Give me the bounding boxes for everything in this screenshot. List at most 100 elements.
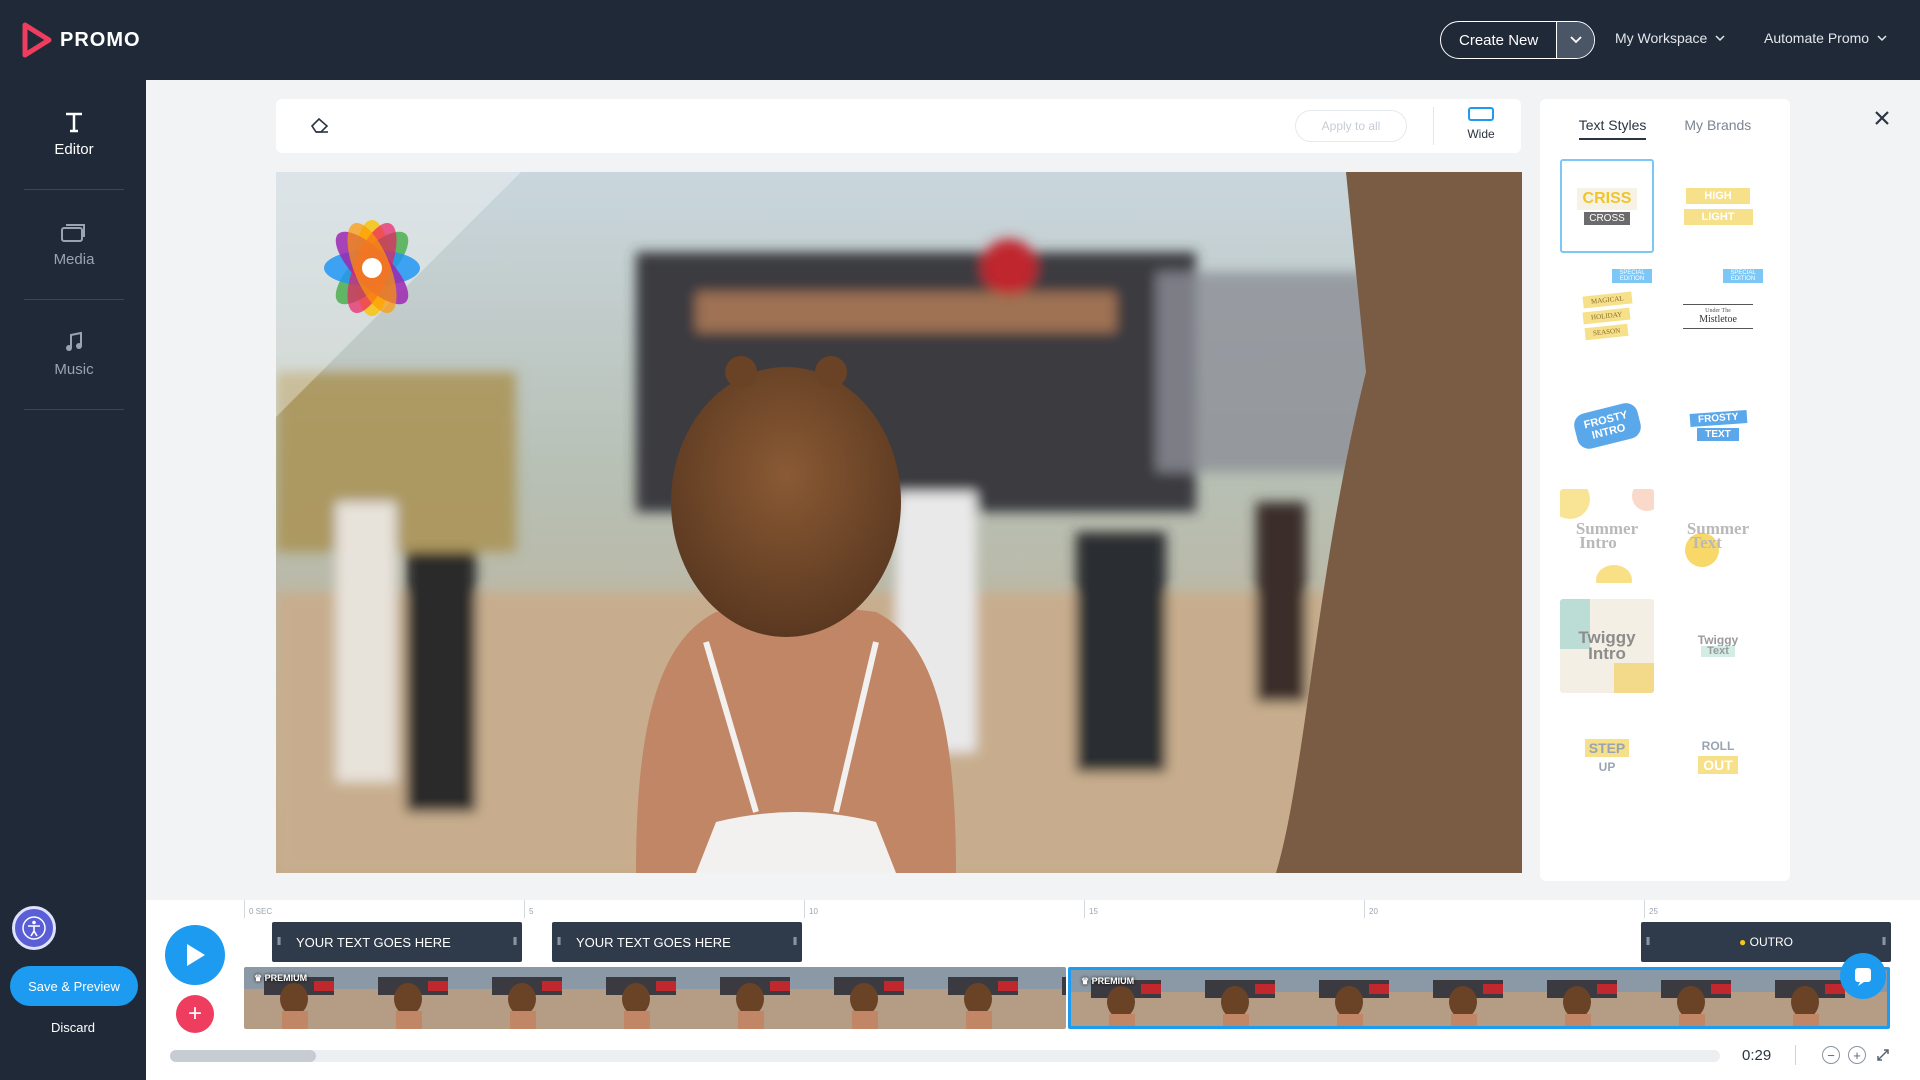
decor-circle — [1560, 489, 1590, 519]
automate-promo-menu[interactable]: Automate Promo — [1764, 30, 1887, 46]
ruler-tick: 5 — [524, 900, 533, 918]
create-new-group: Create New — [1440, 21, 1596, 59]
video-thumbnails — [244, 967, 1066, 1029]
ruler-tick: 10 — [804, 900, 818, 918]
media-icon — [61, 224, 85, 242]
decor-circle — [1596, 565, 1632, 583]
logo[interactable]: PROMO — [22, 22, 141, 58]
layout-label: Wide — [1467, 127, 1495, 141]
ruler-tick: 0 SEC — [244, 900, 272, 918]
style-card-frosty-intro[interactable]: FROSTY INTRO — [1560, 379, 1654, 473]
top-bar: PROMO Create New My Workspace Automate P… — [0, 0, 1920, 80]
sidebar-item-media[interactable]: Media — [24, 190, 124, 300]
special-edition-badge: SPECIAL EDITION — [1723, 269, 1763, 283]
style-line: UP — [1598, 759, 1616, 774]
style-card-high-light[interactable]: HIGH LIGHT — [1671, 159, 1765, 253]
tab-my-brands[interactable]: My Brands — [1684, 117, 1751, 140]
clip-handle-right[interactable]: ‖ — [1877, 922, 1891, 962]
style-line: CRISS — [1576, 187, 1638, 210]
text-icon — [66, 112, 82, 133]
style-card-under-the-mistletoe[interactable]: SPECIAL EDITION Under The Mistletoe — [1671, 269, 1765, 363]
create-new-dropdown[interactable] — [1556, 22, 1595, 58]
apply-to-all-button[interactable]: Apply to all — [1295, 110, 1407, 142]
style-line: STEP — [1584, 738, 1630, 757]
frosty-intro-shape: FROSTY INTRO — [1571, 400, 1643, 452]
chevron-down-icon — [1877, 34, 1887, 41]
my-workspace-menu[interactable]: My Workspace — [1615, 30, 1725, 46]
style-line: CROSS — [1584, 211, 1630, 225]
sidebar-item-music[interactable]: Music — [24, 300, 124, 410]
style-card-magical-holiday[interactable]: SPECIAL EDITION MAGICAL HOLIDAY SEASON — [1560, 269, 1654, 363]
discard-link[interactable]: Discard — [0, 1020, 146, 1035]
style-line: HIGH — [1686, 187, 1750, 204]
style-card-twiggy-text[interactable]: Twiggy Text — [1671, 599, 1765, 693]
text-clip[interactable]: ‖ YOUR TEXT GOES HERE ‖ — [552, 922, 802, 962]
chevron-down-icon — [1570, 36, 1582, 44]
ruler-tick: 25 — [1644, 900, 1658, 918]
premium-badge: ♛ PREMIUM — [1081, 976, 1135, 986]
style-card-summer-intro[interactable]: Summer Intro — [1560, 489, 1654, 583]
save-preview-button[interactable]: Save & Preview — [10, 966, 138, 1006]
timeline-scroll-thumb[interactable] — [170, 1050, 316, 1062]
clip-handle-left[interactable]: ‖ — [272, 922, 286, 962]
style-card-criss-cross[interactable]: CRISS CROSS — [1560, 159, 1654, 253]
special-edition-badge: SPECIAL EDITION — [1612, 269, 1652, 283]
sidebar-item-label: Music — [54, 361, 94, 378]
style-line: FROSTY — [1689, 409, 1747, 427]
text-clip[interactable]: ‖ YOUR TEXT GOES HERE ‖ — [272, 922, 522, 962]
style-line: ROLL — [1701, 738, 1735, 753]
music-note-icon — [66, 331, 82, 351]
video-preview[interactable] — [276, 172, 1522, 873]
create-new-button[interactable]: Create New — [1441, 22, 1556, 58]
video-clip-selected[interactable]: ♛ PREMIUM — [1068, 967, 1890, 1029]
tab-text-styles[interactable]: Text Styles — [1578, 117, 1647, 140]
fit-timeline-button[interactable] — [1874, 1046, 1892, 1064]
plus-icon: + — [1853, 1047, 1861, 1063]
chat-support-button[interactable] — [1840, 953, 1886, 999]
style-line: HOLIDAY — [1582, 307, 1632, 325]
chat-icon — [1855, 968, 1871, 986]
clip-handle-right[interactable]: ‖ — [788, 922, 802, 962]
style-line: Intro — [1588, 644, 1626, 663]
play-button[interactable] — [165, 925, 225, 985]
style-line: Text — [1690, 533, 1722, 552]
promo-logo-icon — [22, 22, 52, 58]
sidebar-item-label: Editor — [54, 141, 94, 158]
close-panel-button[interactable] — [1868, 104, 1896, 132]
clip-handle-left[interactable]: ‖ — [552, 922, 566, 962]
ruler-tick: 15 — [1084, 900, 1098, 918]
style-line: Mistletoe — [1683, 314, 1753, 329]
clip-handle-right[interactable]: ‖ — [508, 922, 522, 962]
timeline-scrollbar[interactable] — [170, 1050, 1720, 1062]
play-icon — [187, 944, 205, 966]
style-line: Under The — [1683, 303, 1753, 314]
zoom-in-button[interactable]: + — [1848, 1046, 1866, 1064]
chevron-down-icon — [1715, 34, 1725, 41]
timeline-ruler: 0 SEC 5 10 15 20 25 — [244, 900, 1894, 920]
eraser-icon[interactable] — [308, 114, 332, 138]
style-card-summer-text[interactable]: Summer Text — [1671, 489, 1765, 583]
add-scene-button[interactable]: + — [176, 995, 214, 1033]
premium-label: PREMIUM — [264, 973, 308, 983]
accessibility-button[interactable] — [12, 906, 56, 950]
sidebar-item-editor[interactable]: Editor — [24, 80, 124, 190]
premium-badge: ♛ PREMIUM — [254, 973, 308, 983]
video-clip[interactable]: ♛ PREMIUM — [244, 967, 1066, 1029]
style-card-roll-out[interactable]: ROLL OUT — [1671, 709, 1765, 803]
automate-promo-label: Automate Promo — [1764, 30, 1870, 46]
zoom-divider — [1795, 1045, 1796, 1065]
accessibility-icon — [22, 916, 46, 940]
style-line: Intro — [1579, 533, 1617, 552]
style-line: Text — [1701, 646, 1735, 657]
style-card-step-up[interactable]: STEP UP — [1560, 709, 1654, 803]
ruler-tick: 20 — [1364, 900, 1378, 918]
style-card-twiggy-intro[interactable]: Twiggy Intro — [1560, 599, 1654, 693]
outro-label: OUTRO — [1749, 935, 1793, 949]
layout-wide-button[interactable]: Wide — [1456, 107, 1506, 141]
zoom-out-button[interactable]: − — [1822, 1046, 1840, 1064]
minus-icon: − — [1827, 1047, 1835, 1063]
decor-circle — [1632, 489, 1654, 511]
dot-icon: ● — [1739, 935, 1750, 949]
style-card-frosty-text[interactable]: FROSTY TEXT — [1671, 379, 1765, 473]
clip-handle-left[interactable]: ‖ — [1641, 922, 1655, 962]
